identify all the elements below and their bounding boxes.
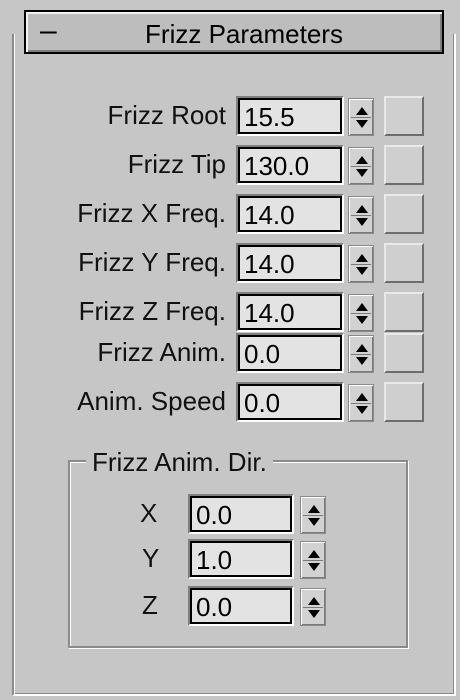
- frizz-root-spinner[interactable]: [348, 98, 374, 136]
- frizz-x-freq-spinner[interactable]: [348, 196, 374, 234]
- spinner-up-icon[interactable]: [356, 107, 368, 115]
- spinner-down-icon[interactable]: [308, 563, 320, 571]
- anim-dir-row-z: Z 0.0: [0, 586, 460, 630]
- field-value: 14.0: [244, 249, 295, 279]
- frizz-z-freq-input[interactable]: 14.0: [236, 292, 344, 332]
- spinner-down-icon[interactable]: [356, 169, 368, 177]
- frizz-x-freq-input[interactable]: 14.0: [236, 194, 344, 234]
- field-value: 0.0: [244, 339, 281, 369]
- anim-dir-y-spinner[interactable]: [300, 541, 326, 579]
- param-row-frizz-root: Frizz Root 15.5: [0, 96, 460, 140]
- spinner-up-icon[interactable]: [356, 205, 368, 213]
- frizz-z-freq-key-button[interactable]: [384, 292, 424, 332]
- axis-label: X: [140, 498, 158, 528]
- spinner-up-icon[interactable]: [356, 303, 368, 311]
- anim-speed-spinner[interactable]: [348, 384, 374, 422]
- frizz-x-freq-key-button[interactable]: [384, 194, 424, 234]
- spinner-up-icon[interactable]: [356, 344, 368, 352]
- spinner-down-icon[interactable]: [356, 120, 368, 128]
- param-label: Frizz Z Freq.: [78, 296, 226, 326]
- field-value: 0.0: [196, 500, 233, 530]
- spinner-down-icon[interactable]: [356, 218, 368, 226]
- spinner-down-icon[interactable]: [356, 357, 368, 365]
- param-row-frizz-anim: Frizz Anim. 0.0: [0, 333, 460, 377]
- field-value: 15.5: [244, 102, 295, 132]
- anim-speed-input[interactable]: 0.0: [236, 382, 344, 422]
- frizz-parameters-rollout: – Frizz Parameters Frizz Root 15.5 Frizz…: [0, 0, 460, 700]
- spinner-down-icon[interactable]: [356, 316, 368, 324]
- spinner-up-icon[interactable]: [308, 505, 320, 513]
- anim-dir-z-input[interactable]: 0.0: [188, 586, 294, 626]
- frizz-y-freq-spinner[interactable]: [348, 245, 374, 283]
- field-value: 0.0: [244, 388, 281, 418]
- spinner-up-icon[interactable]: [356, 393, 368, 401]
- param-row-frizz-z-freq: Frizz Z Freq. 14.0: [0, 292, 460, 336]
- rollout-title: Frizz Parameters: [145, 19, 343, 49]
- frizz-y-freq-key-button[interactable]: [384, 243, 424, 283]
- axis-label: Z: [142, 590, 158, 620]
- frizz-anim-key-button[interactable]: [384, 333, 424, 373]
- param-label: Frizz Tip: [127, 149, 226, 179]
- anim-dir-x-spinner[interactable]: [300, 496, 326, 534]
- spinner-down-icon[interactable]: [356, 267, 368, 275]
- spinner-up-icon[interactable]: [308, 550, 320, 558]
- axis-label: Y: [142, 543, 160, 573]
- frizz-root-input[interactable]: 15.5: [236, 96, 344, 136]
- spinner-down-icon[interactable]: [308, 518, 320, 526]
- param-label: Frizz Root: [107, 100, 226, 130]
- param-row-frizz-tip: Frizz Tip 130.0: [0, 145, 460, 189]
- field-value: 14.0: [244, 200, 295, 230]
- frizz-tip-key-button[interactable]: [384, 145, 424, 185]
- field-value: 130.0: [244, 151, 310, 181]
- spinner-up-icon[interactable]: [308, 597, 320, 605]
- spinner-up-icon[interactable]: [356, 156, 368, 164]
- field-value: 14.0: [244, 298, 295, 328]
- anim-dir-row-x: X 0.0: [0, 494, 460, 538]
- param-label: Anim. Speed: [77, 386, 226, 416]
- frizz-z-freq-spinner[interactable]: [348, 294, 374, 332]
- group-title: Frizz Anim. Dir.: [86, 447, 273, 478]
- param-label: Frizz X Freq.: [77, 198, 226, 228]
- frizz-anim-input[interactable]: 0.0: [236, 333, 344, 373]
- field-value: 0.0: [196, 592, 233, 622]
- spinner-down-icon[interactable]: [356, 406, 368, 414]
- frizz-root-key-button[interactable]: [384, 96, 424, 136]
- param-label: Frizz Anim.: [97, 337, 226, 367]
- frizz-tip-input[interactable]: 130.0: [236, 145, 344, 185]
- anim-dir-x-input[interactable]: 0.0: [188, 494, 294, 534]
- field-value: 1.0: [196, 545, 233, 575]
- param-row-frizz-y-freq: Frizz Y Freq. 14.0: [0, 243, 460, 287]
- frizz-y-freq-input[interactable]: 14.0: [236, 243, 344, 283]
- rollout-header[interactable]: – Frizz Parameters: [24, 10, 444, 54]
- frizz-anim-spinner[interactable]: [348, 335, 374, 373]
- spinner-down-icon[interactable]: [308, 610, 320, 618]
- spinner-up-icon[interactable]: [356, 254, 368, 262]
- anim-dir-row-y: Y 1.0: [0, 539, 460, 583]
- anim-speed-key-button[interactable]: [384, 382, 424, 422]
- anim-dir-z-spinner[interactable]: [300, 588, 326, 626]
- param-row-frizz-x-freq: Frizz X Freq. 14.0: [0, 194, 460, 238]
- param-label: Frizz Y Freq.: [78, 247, 226, 277]
- anim-dir-y-input[interactable]: 1.0: [188, 539, 294, 579]
- param-row-anim-speed: Anim. Speed 0.0: [0, 382, 460, 426]
- frizz-tip-spinner[interactable]: [348, 147, 374, 185]
